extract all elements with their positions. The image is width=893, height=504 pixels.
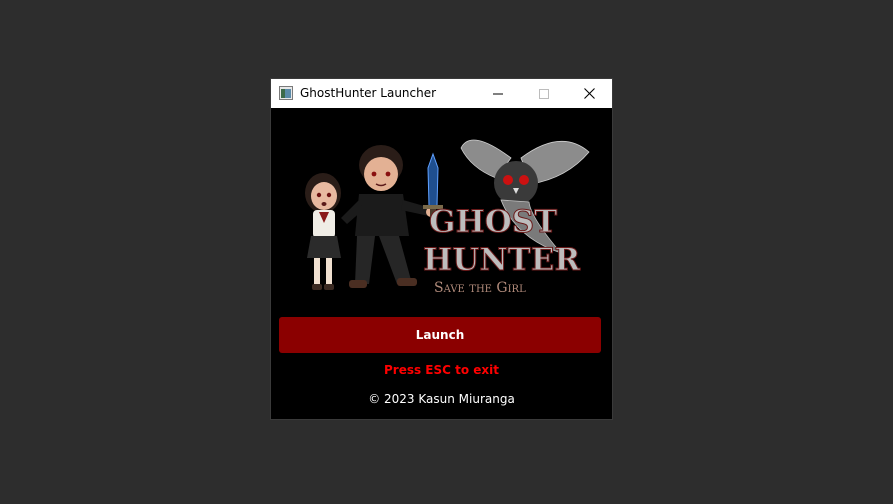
game-artwork: GHOST HUNTER Save the Girl [305, 139, 590, 296]
app-window-icon [279, 86, 293, 100]
window-title: GhostHunter Launcher [300, 86, 437, 100]
logo-line-ghost: GHOST [429, 204, 557, 240]
maximize-button[interactable] [521, 79, 567, 108]
title-bar[interactable]: GhostHunter Launcher [271, 79, 612, 108]
copyright-text: © 2023 Kasun Miuranga [368, 392, 515, 406]
minimize-icon [493, 93, 503, 94]
close-button[interactable] [566, 79, 612, 108]
logo-line-hunter: HUNTER [423, 242, 580, 278]
boy-character [341, 145, 436, 288]
close-icon [583, 88, 595, 99]
logo-subtitle: Save the Girl [434, 280, 526, 296]
exit-hint: Press ESC to exit [383, 363, 500, 377]
launcher-window: GhostHunter Launcher GHOST HUNTER Save t… [271, 79, 612, 419]
launch-button[interactable]: Launch [279, 317, 601, 353]
maximize-icon [539, 88, 549, 99]
girl-character [305, 173, 341, 290]
minimize-button[interactable] [475, 79, 521, 108]
